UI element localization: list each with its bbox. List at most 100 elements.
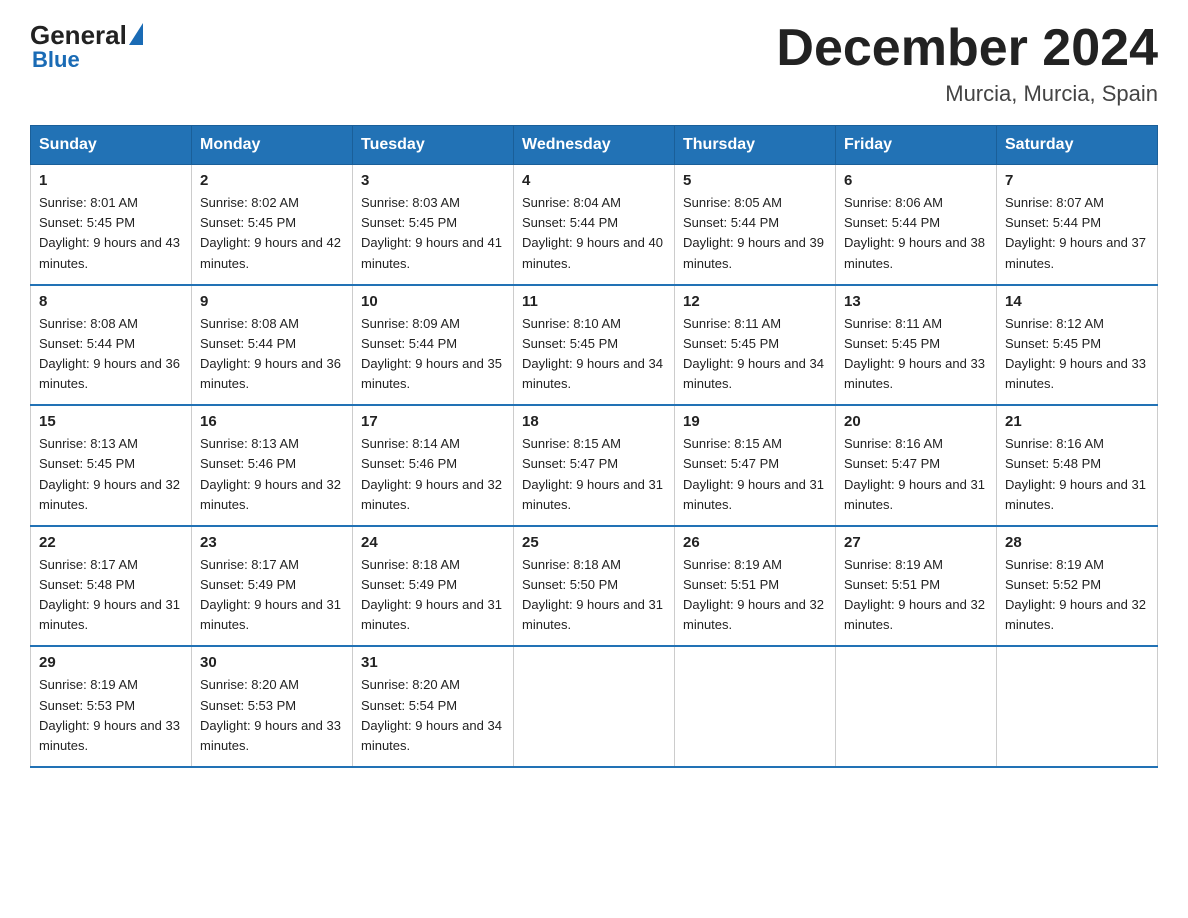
day-number: 20 — [844, 413, 988, 430]
day-info: Sunrise: 8:01 AMSunset: 5:45 PMDaylight:… — [39, 193, 183, 274]
calendar-cell — [836, 646, 997, 767]
day-info: Sunrise: 8:06 AMSunset: 5:44 PMDaylight:… — [844, 193, 988, 274]
day-info: Sunrise: 8:16 AMSunset: 5:47 PMDaylight:… — [844, 434, 988, 515]
calendar-cell: 21Sunrise: 8:16 AMSunset: 5:48 PMDayligh… — [997, 405, 1158, 526]
day-info: Sunrise: 8:11 AMSunset: 5:45 PMDaylight:… — [683, 314, 827, 395]
day-number: 3 — [361, 172, 505, 189]
day-number: 1 — [39, 172, 183, 189]
day-info: Sunrise: 8:13 AMSunset: 5:46 PMDaylight:… — [200, 434, 344, 515]
week-row-5: 29Sunrise: 8:19 AMSunset: 5:53 PMDayligh… — [31, 646, 1158, 767]
calendar-cell: 18 Sunrise: 8:15 AMSunset: 5:47 PMDayligh… — [514, 405, 675, 526]
day-info: Sunrise: 8:17 AMSunset: 5:49 PMDaylight:… — [200, 555, 344, 636]
day-number: 26 — [683, 534, 827, 551]
calendar-cell: 24 Sunrise: 8:18 AMSunset: 5:49 PMDayligh… — [353, 526, 514, 647]
calendar-cell: 13 Sunrise: 8:11 AMSunset: 5:45 PMDayligh… — [836, 285, 997, 406]
day-number: 16 — [200, 413, 344, 430]
day-number: 17 — [361, 413, 505, 430]
day-info: Sunrise: 8:09 AMSunset: 5:44 PMDaylight:… — [361, 314, 505, 395]
weekday-header-tuesday: Tuesday — [353, 126, 514, 165]
calendar-cell: 25Sunrise: 8:18 AMSunset: 5:50 PMDayligh… — [514, 526, 675, 647]
day-number: 19 — [683, 413, 827, 430]
day-number: 25 — [522, 534, 666, 551]
calendar-cell: 4 Sunrise: 8:04 AMSunset: 5:44 PMDaylight… — [514, 165, 675, 285]
day-number: 14 — [1005, 293, 1149, 310]
weekday-header-saturday: Saturday — [997, 126, 1158, 165]
weekday-header-monday: Monday — [192, 126, 353, 165]
day-number: 13 — [844, 293, 988, 310]
day-number: 9 — [200, 293, 344, 310]
calendar-location: Murcia, Murcia, Spain — [776, 81, 1158, 107]
day-info: Sunrise: 8:19 AMSunset: 5:52 PMDaylight:… — [1005, 555, 1149, 636]
day-number: 23 — [200, 534, 344, 551]
calendar-cell: 23 Sunrise: 8:17 AMSunset: 5:49 PMDayligh… — [192, 526, 353, 647]
day-info: Sunrise: 8:10 AMSunset: 5:45 PMDaylight:… — [522, 314, 666, 395]
day-number: 15 — [39, 413, 183, 430]
logo-blue-text: Blue — [32, 47, 80, 73]
day-info: Sunrise: 8:20 AMSunset: 5:54 PMDaylight:… — [361, 675, 505, 756]
calendar-cell: 10 Sunrise: 8:09 AMSunset: 5:44 PMDayligh… — [353, 285, 514, 406]
day-info: Sunrise: 8:11 AMSunset: 5:45 PMDaylight:… — [844, 314, 988, 395]
calendar-cell: 11 Sunrise: 8:10 AMSunset: 5:45 PMDayligh… — [514, 285, 675, 406]
day-number: 31 — [361, 654, 505, 671]
calendar-cell: 20 Sunrise: 8:16 AMSunset: 5:47 PMDayligh… — [836, 405, 997, 526]
day-number: 4 — [522, 172, 666, 189]
day-number: 5 — [683, 172, 827, 189]
calendar-cell: 27 Sunrise: 8:19 AMSunset: 5:51 PMDayligh… — [836, 526, 997, 647]
calendar-cell: 6 Sunrise: 8:06 AMSunset: 5:44 PMDaylight… — [836, 165, 997, 285]
calendar-cell: 5 Sunrise: 8:05 AMSunset: 5:44 PMDaylight… — [675, 165, 836, 285]
day-number: 2 — [200, 172, 344, 189]
calendar-cell: 16 Sunrise: 8:13 AMSunset: 5:46 PMDayligh… — [192, 405, 353, 526]
day-number: 22 — [39, 534, 183, 551]
calendar-cell: 9 Sunrise: 8:08 AMSunset: 5:44 PMDaylight… — [192, 285, 353, 406]
logo: General Blue — [30, 20, 143, 73]
day-info: Sunrise: 8:19 AMSunset: 5:51 PMDaylight:… — [683, 555, 827, 636]
day-number: 6 — [844, 172, 988, 189]
day-number: 28 — [1005, 534, 1149, 551]
weekday-header-thursday: Thursday — [675, 126, 836, 165]
calendar-cell: 26 Sunrise: 8:19 AMSunset: 5:51 PMDayligh… — [675, 526, 836, 647]
calendar-cell: 12Sunrise: 8:11 AMSunset: 5:45 PMDayligh… — [675, 285, 836, 406]
day-info: Sunrise: 8:20 AMSunset: 5:53 PMDaylight:… — [200, 675, 344, 756]
day-number: 30 — [200, 654, 344, 671]
day-number: 29 — [39, 654, 183, 671]
day-info: Sunrise: 8:16 AMSunset: 5:48 PMDaylight:… — [1005, 434, 1149, 515]
calendar-cell: 17Sunrise: 8:14 AMSunset: 5:46 PMDayligh… — [353, 405, 514, 526]
calendar-cell — [997, 646, 1158, 767]
day-number: 18 — [522, 413, 666, 430]
day-info: Sunrise: 8:08 AMSunset: 5:44 PMDaylight:… — [200, 314, 344, 395]
day-number: 10 — [361, 293, 505, 310]
day-info: Sunrise: 8:15 AMSunset: 5:47 PMDaylight:… — [522, 434, 666, 515]
weekday-header-wednesday: Wednesday — [514, 126, 675, 165]
calendar-cell — [514, 646, 675, 767]
calendar-cell: 31 Sunrise: 8:20 AMSunset: 5:54 PMDayligh… — [353, 646, 514, 767]
weekday-header-sunday: Sunday — [31, 126, 192, 165]
weekday-header-friday: Friday — [836, 126, 997, 165]
day-info: Sunrise: 8:12 AMSunset: 5:45 PMDaylight:… — [1005, 314, 1149, 395]
calendar-title: December 2024 — [776, 20, 1158, 77]
calendar-cell: 29Sunrise: 8:19 AMSunset: 5:53 PMDayligh… — [31, 646, 192, 767]
calendar-cell: 30 Sunrise: 8:20 AMSunset: 5:53 PMDayligh… — [192, 646, 353, 767]
calendar-cell: 3Sunrise: 8:03 AMSunset: 5:45 PMDaylight… — [353, 165, 514, 285]
week-row-1: 1 Sunrise: 8:01 AMSunset: 5:45 PMDaylight… — [31, 165, 1158, 285]
day-number: 8 — [39, 293, 183, 310]
day-number: 27 — [844, 534, 988, 551]
calendar-cell: 28 Sunrise: 8:19 AMSunset: 5:52 PMDayligh… — [997, 526, 1158, 647]
day-info: Sunrise: 8:19 AMSunset: 5:51 PMDaylight:… — [844, 555, 988, 636]
calendar-cell: 15Sunrise: 8:13 AMSunset: 5:45 PMDayligh… — [31, 405, 192, 526]
day-info: Sunrise: 8:18 AMSunset: 5:49 PMDaylight:… — [361, 555, 505, 636]
page-header: General Blue December 2024 Murcia, Murci… — [30, 20, 1158, 107]
week-row-3: 15Sunrise: 8:13 AMSunset: 5:45 PMDayligh… — [31, 405, 1158, 526]
calendar-cell: 2Sunrise: 8:02 AMSunset: 5:45 PMDaylight… — [192, 165, 353, 285]
day-number: 24 — [361, 534, 505, 551]
day-number: 11 — [522, 293, 666, 310]
day-info: Sunrise: 8:05 AMSunset: 5:44 PMDaylight:… — [683, 193, 827, 274]
day-number: 7 — [1005, 172, 1149, 189]
calendar-cell: 19Sunrise: 8:15 AMSunset: 5:47 PMDayligh… — [675, 405, 836, 526]
calendar-cell: 1 Sunrise: 8:01 AMSunset: 5:45 PMDaylight… — [31, 165, 192, 285]
calendar-cell: 7Sunrise: 8:07 AMSunset: 5:44 PMDaylight… — [997, 165, 1158, 285]
calendar-cell: 22Sunrise: 8:17 AMSunset: 5:48 PMDayligh… — [31, 526, 192, 647]
day-info: Sunrise: 8:04 AMSunset: 5:44 PMDaylight:… — [522, 193, 666, 274]
day-info: Sunrise: 8:08 AMSunset: 5:44 PMDaylight:… — [39, 314, 183, 395]
title-block: December 2024 Murcia, Murcia, Spain — [776, 20, 1158, 107]
weekday-header-row: SundayMondayTuesdayWednesdayThursdayFrid… — [31, 126, 1158, 165]
